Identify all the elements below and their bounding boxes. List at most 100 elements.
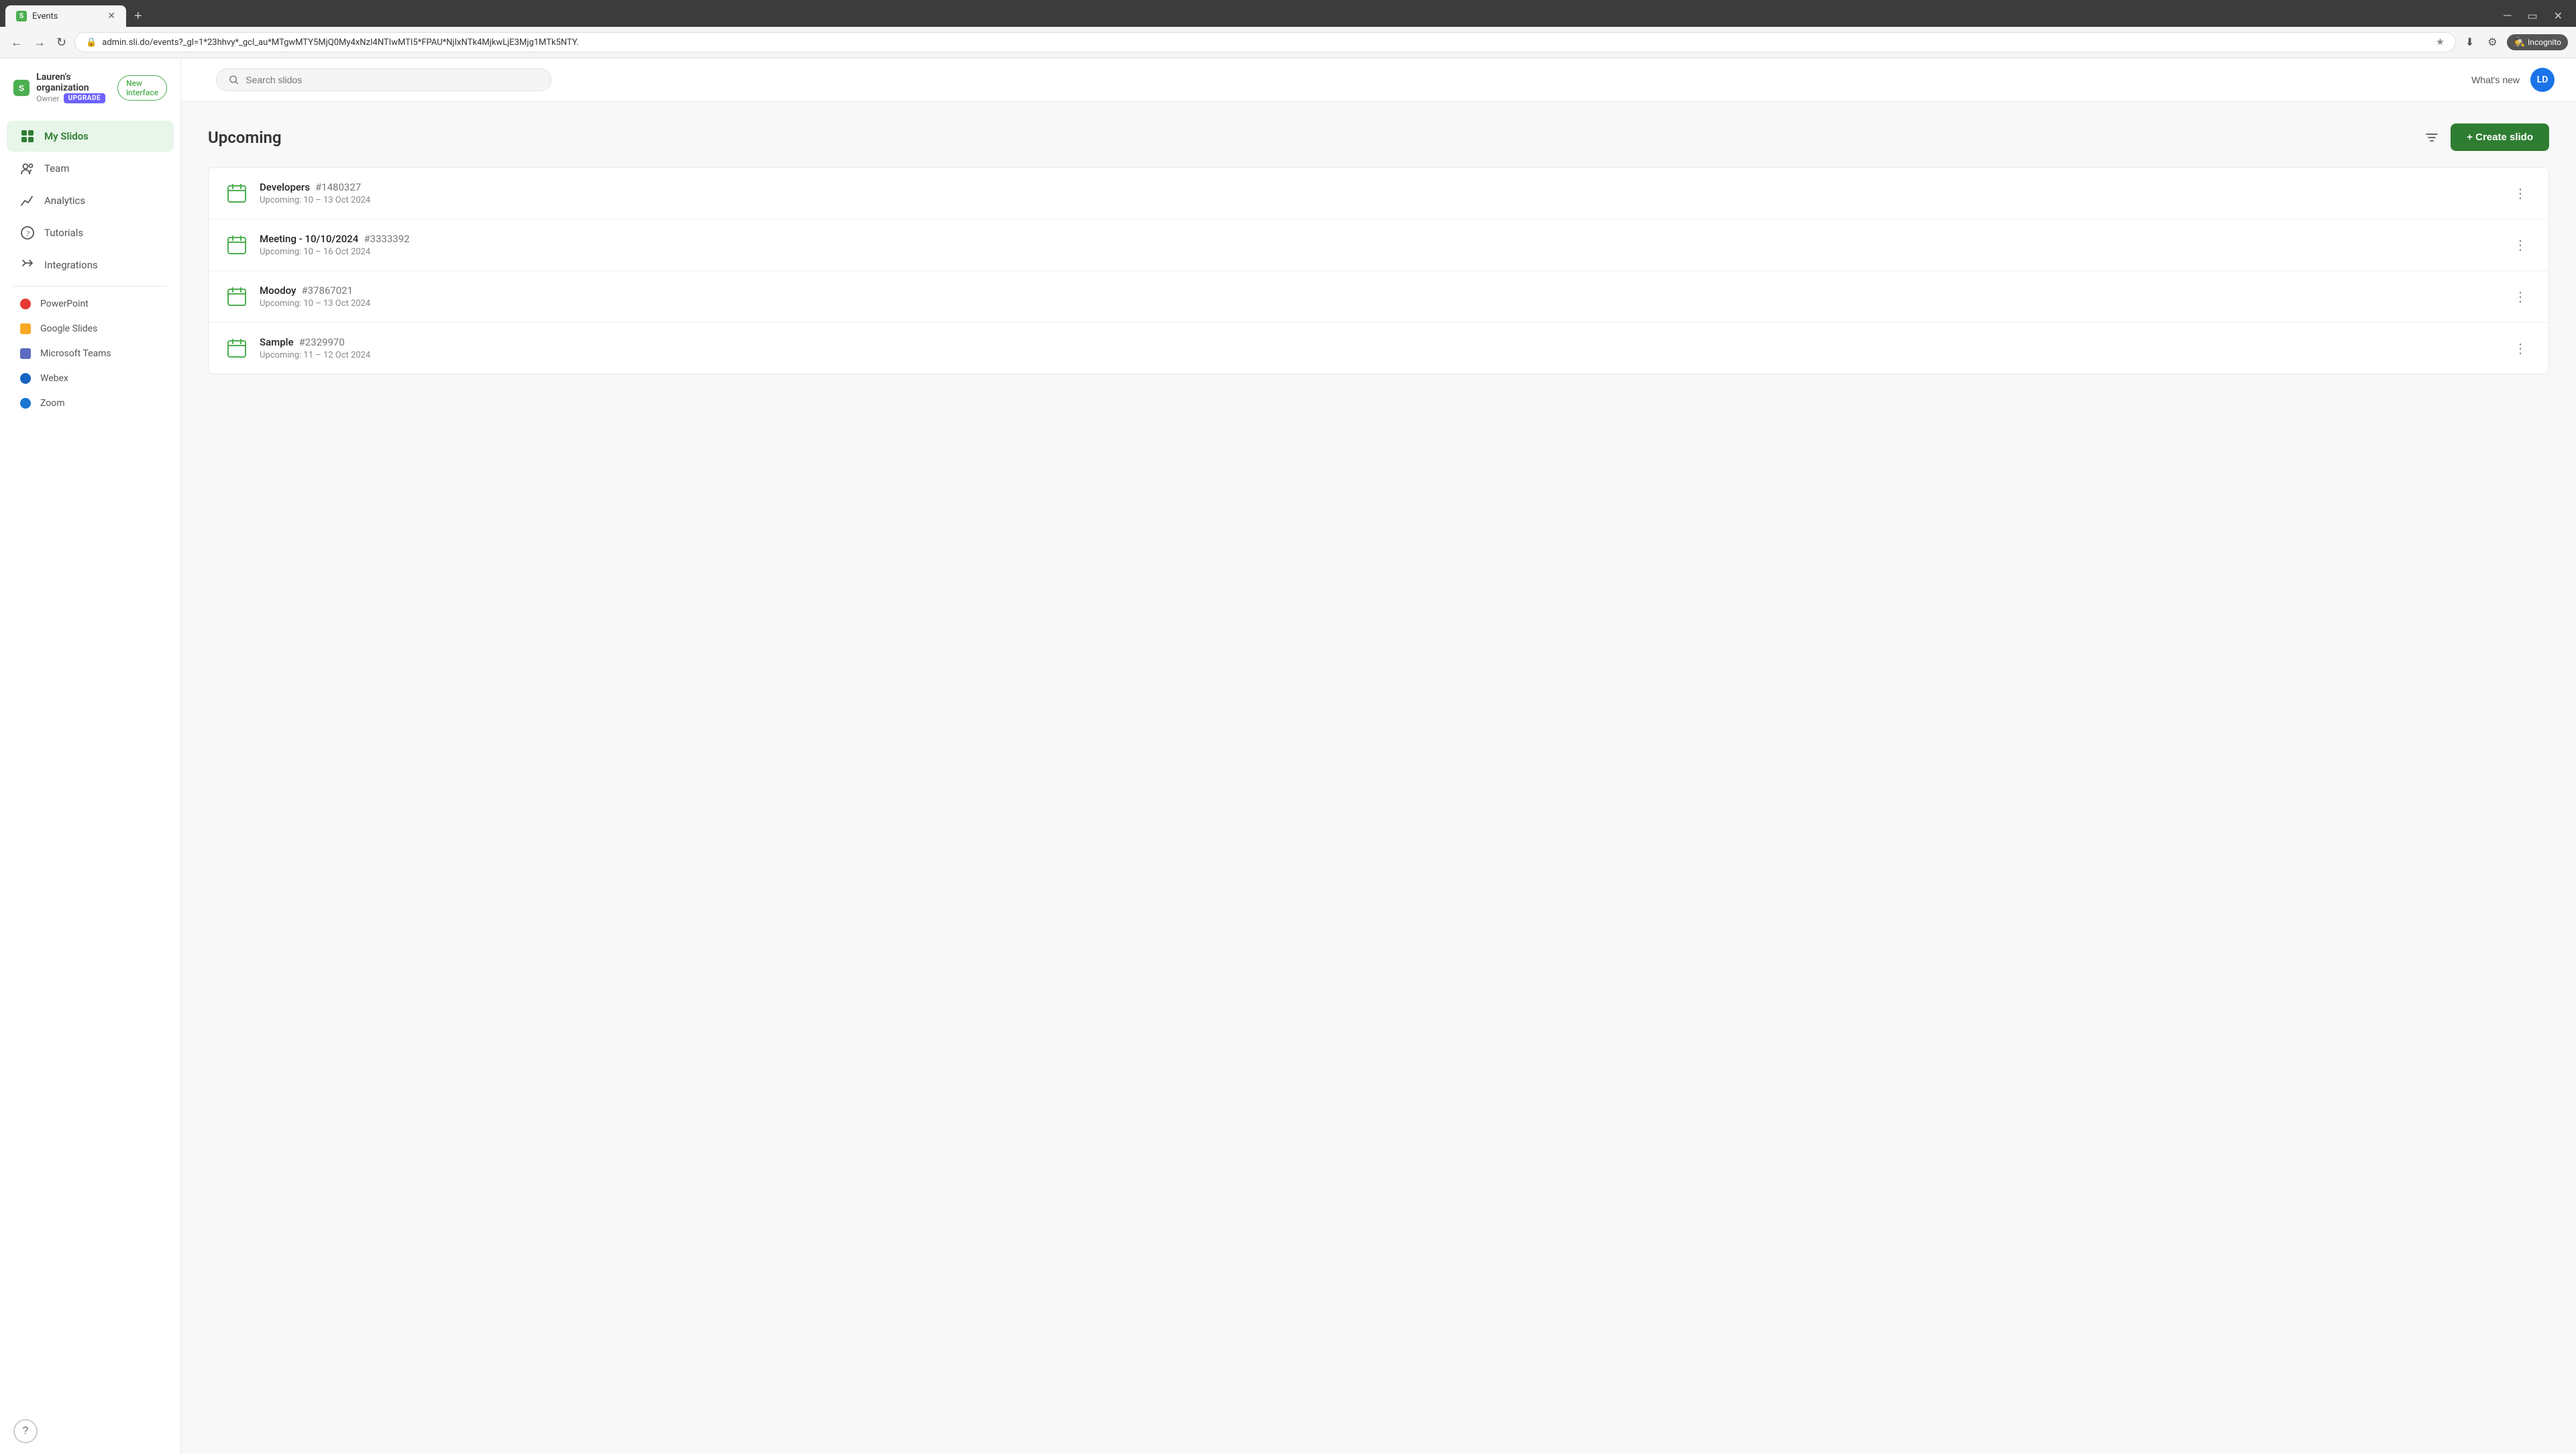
event-more-button[interactable]: ⋮: [2508, 286, 2532, 308]
browser-actions: ⬇ ⚙ 🕵 Incognito: [2461, 33, 2568, 52]
minimize-button[interactable]: ─: [2496, 7, 2519, 25]
search-bar[interactable]: [216, 68, 551, 91]
event-more-button[interactable]: ⋮: [2508, 183, 2532, 205]
new-interface-button[interactable]: New interface: [117, 75, 167, 101]
sidebar-item-label: Analytics: [44, 195, 85, 207]
help-button[interactable]: ?: [13, 1419, 38, 1443]
event-item[interactable]: Meeting - 10/10/2024 #3333392 Upcoming: …: [209, 219, 2548, 271]
browser-chrome: S Events ✕ + ─ ▭ ✕ ← → ↻ 🔒 admin.sli.do/…: [0, 0, 2576, 58]
event-info: Developers #1480327 Upcoming: 10 – 13 Oc…: [260, 181, 2498, 205]
sidebar-item-microsoft-teams[interactable]: Microsoft Teams: [7, 342, 174, 366]
sidebar-footer: ?: [0, 1408, 180, 1454]
org-name: Lauren's organization: [36, 72, 105, 93]
tab-close-button[interactable]: ✕: [107, 11, 115, 21]
integrations-icon: [20, 258, 35, 272]
org-role-label: Owner: [36, 94, 59, 103]
address-bar[interactable]: 🔒 admin.sli.do/events?_gl=1*23hhvy*_gcl_…: [74, 32, 2456, 52]
events-list: Developers #1480327 Upcoming: 10 – 13 Oc…: [208, 167, 2549, 374]
sidebar-item-label: Tutorials: [44, 227, 83, 239]
back-button[interactable]: ←: [8, 33, 25, 52]
sidebar-item-analytics[interactable]: Analytics: [7, 185, 174, 216]
sidebar-item-google-slides[interactable]: Google Slides: [7, 317, 174, 341]
filter-icon: [2425, 131, 2438, 144]
event-id: #37867021: [301, 284, 353, 297]
org-info: Lauren's organization Owner UPGRADE: [36, 72, 105, 103]
sidebar-item-zoom[interactable]: Zoom: [7, 391, 174, 415]
incognito-label: Incognito: [2528, 38, 2561, 47]
event-id: #3333392: [364, 233, 409, 245]
event-date: Upcoming: 11 – 12 Oct 2024: [260, 350, 2498, 360]
event-id: #1480327: [315, 181, 361, 193]
filter-button[interactable]: [2421, 127, 2443, 148]
main-inner: Upcoming + Create slido: [181, 102, 2576, 396]
maximize-button[interactable]: ▭: [2519, 7, 2545, 25]
event-name: Developers #1480327: [260, 181, 2498, 193]
new-tab-button[interactable]: +: [129, 6, 148, 27]
svg-text:?: ?: [25, 229, 30, 238]
org-role-row: Owner UPGRADE: [36, 93, 105, 103]
whats-new-button[interactable]: What's new: [2471, 74, 2520, 85]
downloads-button[interactable]: ⬇: [2461, 33, 2478, 52]
event-calendar-icon: [225, 181, 249, 205]
user-avatar[interactable]: LD: [2530, 68, 2555, 92]
close-button[interactable]: ✕: [2546, 7, 2571, 25]
page-title: Upcoming: [208, 128, 282, 147]
tutorials-icon: ?: [20, 225, 35, 240]
my-slidos-icon: [20, 129, 35, 144]
search-input[interactable]: [246, 74, 539, 85]
event-calendar-icon: [225, 233, 249, 257]
integration-label: Google Slides: [40, 323, 97, 334]
event-name: Sample #2329970: [260, 336, 2498, 348]
event-item[interactable]: Moodoy #37867021 Upcoming: 10 – 13 Oct 2…: [209, 271, 2548, 323]
sidebar-item-integrations[interactable]: Integrations: [7, 250, 174, 280]
integration-label: Zoom: [40, 398, 65, 409]
create-slido-button[interactable]: + Create slido: [2451, 123, 2549, 151]
event-item[interactable]: Developers #1480327 Upcoming: 10 – 13 Oc…: [209, 168, 2548, 219]
browser-toolbar: ← → ↻ 🔒 admin.sli.do/events?_gl=1*23hhvy…: [0, 27, 2576, 58]
incognito-icon: 🕵: [2514, 37, 2525, 48]
sidebar-item-powerpoint[interactable]: PowerPoint: [7, 292, 174, 316]
tab-favicon: S: [16, 11, 27, 21]
event-id: #2329970: [299, 336, 345, 348]
slido-logo: S: [13, 73, 30, 103]
event-more-button[interactable]: ⋮: [2508, 337, 2532, 360]
integration-label: Microsoft Teams: [40, 348, 111, 359]
sidebar-item-team[interactable]: Team: [7, 153, 174, 184]
event-title: Meeting - 10/10/2024: [260, 233, 358, 245]
sidebar-item-webex[interactable]: Webex: [7, 366, 174, 391]
integration-label: PowerPoint: [40, 299, 89, 309]
event-more-button[interactable]: ⋮: [2508, 234, 2532, 256]
event-info: Sample #2329970 Upcoming: 11 – 12 Oct 20…: [260, 336, 2498, 360]
refresh-button[interactable]: ↻: [54, 33, 69, 52]
sidebar-item-tutorials[interactable]: ? Tutorials: [7, 217, 174, 248]
upgrade-badge[interactable]: UPGRADE: [64, 93, 106, 103]
sidebar-item-label: My Slidos: [44, 130, 89, 142]
tab-title: Events: [32, 11, 58, 21]
event-title: Sample: [260, 336, 294, 348]
event-info: Moodoy #37867021 Upcoming: 10 – 13 Oct 2…: [260, 284, 2498, 309]
sidebar-item-label: Team: [44, 162, 70, 174]
event-calendar-icon: [225, 284, 249, 309]
zoom-dot: [20, 398, 31, 409]
search-icon: [229, 74, 239, 85]
integration-label: Webex: [40, 373, 68, 384]
analytics-icon: [20, 193, 35, 208]
browser-tab[interactable]: S Events ✕: [5, 5, 126, 27]
address-text: admin.sli.do/events?_gl=1*23hhvy*_gcl_au…: [102, 38, 2430, 48]
sidebar-item-my-slidos[interactable]: My Slidos: [7, 121, 174, 152]
webex-dot: [20, 373, 31, 384]
event-item[interactable]: Sample #2329970 Upcoming: 11 – 12 Oct 20…: [209, 323, 2548, 374]
header-right: What's new LD: [2471, 68, 2555, 92]
forward-button[interactable]: →: [31, 33, 48, 52]
extensions-button[interactable]: ⚙: [2483, 33, 2501, 52]
event-info: Meeting - 10/10/2024 #3333392 Upcoming: …: [260, 233, 2498, 257]
event-name: Moodoy #37867021: [260, 284, 2498, 297]
powerpoint-dot: [20, 299, 31, 309]
main-content: What's new LD Upcoming + Create sl: [181, 58, 2576, 1454]
main-actions: + Create slido: [2421, 123, 2549, 151]
event-name: Meeting - 10/10/2024 #3333392: [260, 233, 2498, 245]
event-date: Upcoming: 10 – 13 Oct 2024: [260, 195, 2498, 205]
event-date: Upcoming: 10 – 16 Oct 2024: [260, 247, 2498, 257]
sidebar-logo-area: S Lauren's organization Owner UPGRADE Ne…: [0, 58, 180, 114]
sidebar-divider: [13, 286, 167, 287]
